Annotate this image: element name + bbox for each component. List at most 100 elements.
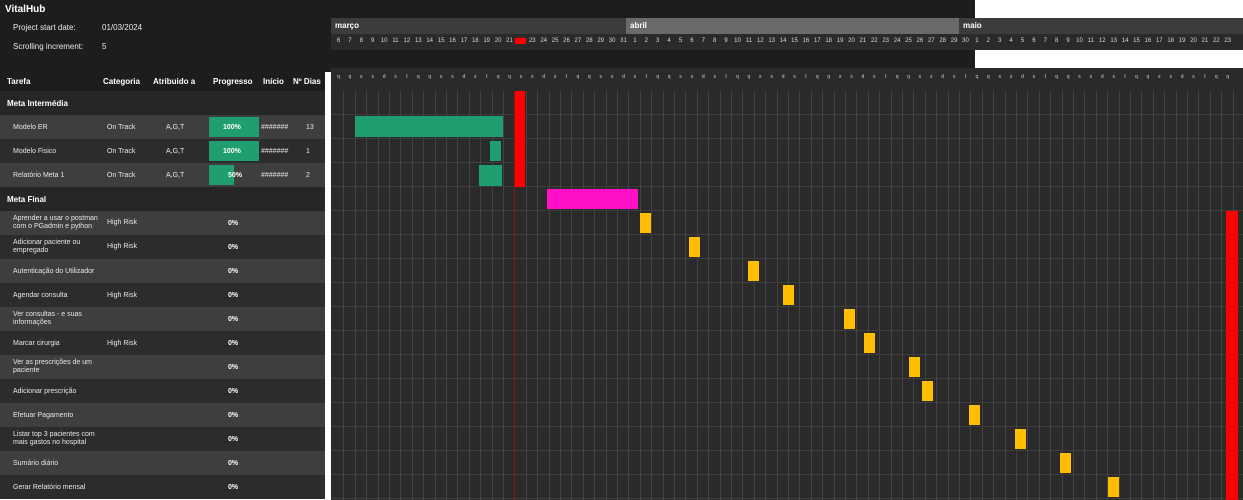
scroll-increment-value[interactable]: 5 bbox=[102, 42, 106, 51]
day-number: 7 bbox=[1043, 38, 1047, 44]
grid-row-line bbox=[331, 138, 1243, 139]
grid-column-line bbox=[1062, 91, 1063, 500]
gantt-bar-done[interactable] bbox=[490, 141, 501, 161]
scroll-increment-label: Scrolling increment: bbox=[13, 42, 84, 51]
task-row[interactable]: Ver consultas - e suas informações 0% bbox=[0, 307, 325, 331]
today-marker bbox=[515, 91, 525, 187]
col-days[interactable]: Nº Dias bbox=[293, 77, 321, 86]
task-name: Autenticação do Utilizador bbox=[13, 268, 95, 275]
col-progress[interactable]: Progresso bbox=[213, 77, 253, 86]
task-row[interactable]: Modelo Fisico On Track A,G,T 100% ####### 1 bbox=[0, 139, 325, 163]
task-assigned: A,G,T bbox=[166, 124, 185, 131]
gantt-milestone-bar[interactable] bbox=[547, 189, 638, 209]
weekday-letter: s bbox=[1089, 74, 1093, 80]
col-task[interactable]: Tarefa bbox=[7, 77, 30, 86]
gantt-bar-pending[interactable] bbox=[969, 405, 980, 425]
day-number: 6 bbox=[1032, 38, 1036, 44]
grid-column-line bbox=[834, 91, 835, 500]
gantt-bar-pending[interactable] bbox=[844, 309, 855, 329]
day-number: 22 bbox=[870, 38, 878, 44]
weekday-letter: t bbox=[485, 74, 488, 80]
task-row[interactable]: Agendar consulta High Risk 0% bbox=[0, 283, 325, 307]
grid-row-line bbox=[331, 114, 1243, 115]
grid-column-line bbox=[879, 91, 880, 500]
grid-column-line bbox=[822, 91, 823, 500]
weekday-letter: s bbox=[519, 74, 523, 80]
gantt-bar-pending[interactable] bbox=[640, 213, 651, 233]
grid-column-line bbox=[731, 91, 732, 500]
section-row: Meta Intermédia bbox=[0, 91, 325, 115]
gantt-bar-pending[interactable] bbox=[909, 357, 920, 377]
task-row[interactable]: Sumário diário 0% bbox=[0, 451, 325, 475]
grid-column-line bbox=[1073, 91, 1074, 500]
weekday-letter: s bbox=[1192, 74, 1195, 80]
gantt-bar-pending[interactable] bbox=[922, 381, 933, 401]
gantt-bar-pending[interactable] bbox=[1060, 453, 1071, 473]
gantt-bar-pending[interactable] bbox=[689, 237, 700, 257]
task-row[interactable]: Efetuar Pagamento 0% bbox=[0, 403, 325, 427]
weekday-letter: d bbox=[382, 74, 386, 80]
gantt-bar-pending[interactable] bbox=[1015, 429, 1026, 449]
weekday-letter: q bbox=[986, 74, 990, 80]
grid-row-line bbox=[331, 474, 1243, 475]
day-number: 11 bbox=[392, 38, 399, 44]
grid-row-line bbox=[331, 354, 1243, 355]
project-start-label: Project start date: bbox=[13, 23, 76, 32]
day-number: 16 bbox=[802, 38, 810, 44]
grid-column-line bbox=[697, 91, 698, 500]
grid-column-line bbox=[423, 91, 424, 500]
grid-column-line bbox=[1221, 91, 1222, 500]
progress-label: 0% bbox=[228, 388, 239, 395]
progress-label: 100% bbox=[223, 148, 241, 155]
project-start-value[interactable]: 01/03/2024 bbox=[102, 23, 142, 32]
gantt-bar-pending[interactable] bbox=[783, 285, 794, 305]
weekday-letter: q bbox=[736, 74, 739, 80]
gantt-bar-pending[interactable] bbox=[864, 333, 875, 353]
grid-row-line bbox=[331, 426, 1243, 427]
day-number: 23 bbox=[528, 38, 536, 44]
task-row[interactable]: Relatório Meta 1 On Track A,G,T 50% ####### 2 bbox=[0, 163, 325, 187]
col-assigned[interactable]: Atribuido a bbox=[153, 77, 195, 86]
weekday-letter: s bbox=[360, 74, 363, 80]
day-number: 12 bbox=[1098, 38, 1106, 44]
task-row[interactable]: Adicionar paciente ou empregado High Risk… bbox=[0, 235, 325, 259]
day-number: 8 bbox=[713, 38, 717, 44]
task-row[interactable]: Modelo ER On Track A,G,T 100% ####### 13 bbox=[0, 115, 325, 139]
day-number: 18 bbox=[1167, 38, 1175, 44]
task-row[interactable]: Gerar Relatório mensal 0% bbox=[0, 475, 325, 499]
progress-label: 0% bbox=[228, 484, 239, 491]
grid-column-line bbox=[1107, 91, 1108, 500]
grid-column-line bbox=[708, 91, 709, 500]
grid-column-line bbox=[1096, 91, 1097, 500]
task-row[interactable]: Aprender a usar o postman com o PGadmin … bbox=[0, 211, 325, 235]
gantt-bar-pending[interactable] bbox=[1108, 477, 1119, 497]
col-category[interactable]: Categoria bbox=[103, 77, 140, 86]
day-number: 17 bbox=[813, 38, 821, 44]
day-number: 25 bbox=[905, 38, 912, 44]
weekday-letter: d bbox=[542, 74, 546, 80]
task-row[interactable]: Ver as prescrições de um paciente 0% bbox=[0, 355, 325, 379]
gantt-bar-pending[interactable] bbox=[748, 261, 759, 281]
day-number: 17 bbox=[460, 38, 468, 44]
task-row[interactable]: Listar top 3 pacientes com mais gastos n… bbox=[0, 427, 325, 451]
task-row[interactable]: Marcar cirurgia High Risk 0% bbox=[0, 331, 325, 355]
deadline-marker bbox=[1226, 211, 1238, 500]
col-start[interactable]: Início bbox=[263, 77, 284, 86]
day-number: 19 bbox=[1178, 38, 1186, 44]
weekday-letter: t bbox=[406, 74, 408, 80]
grid-column-line bbox=[982, 91, 983, 500]
gantt-bar-done[interactable] bbox=[355, 116, 503, 137]
weekday-letter: t bbox=[725, 74, 727, 80]
day-number: 7 bbox=[701, 38, 705, 44]
grid-column-line bbox=[868, 91, 869, 500]
weekday-letter: t bbox=[1124, 74, 1126, 80]
day-number: 18 bbox=[471, 38, 479, 44]
weekday-letter: s bbox=[838, 74, 842, 80]
weekday-letter: q bbox=[416, 74, 420, 80]
grid-column-line bbox=[366, 91, 367, 500]
task-row[interactable]: Autenticação do Utilizador 0% bbox=[0, 259, 325, 283]
task-row[interactable]: Adicionar prescrição 0% bbox=[0, 379, 325, 403]
gantt-bar-done[interactable] bbox=[479, 165, 502, 186]
task-days: 1 bbox=[306, 148, 310, 155]
day-number: 6 bbox=[690, 38, 694, 44]
